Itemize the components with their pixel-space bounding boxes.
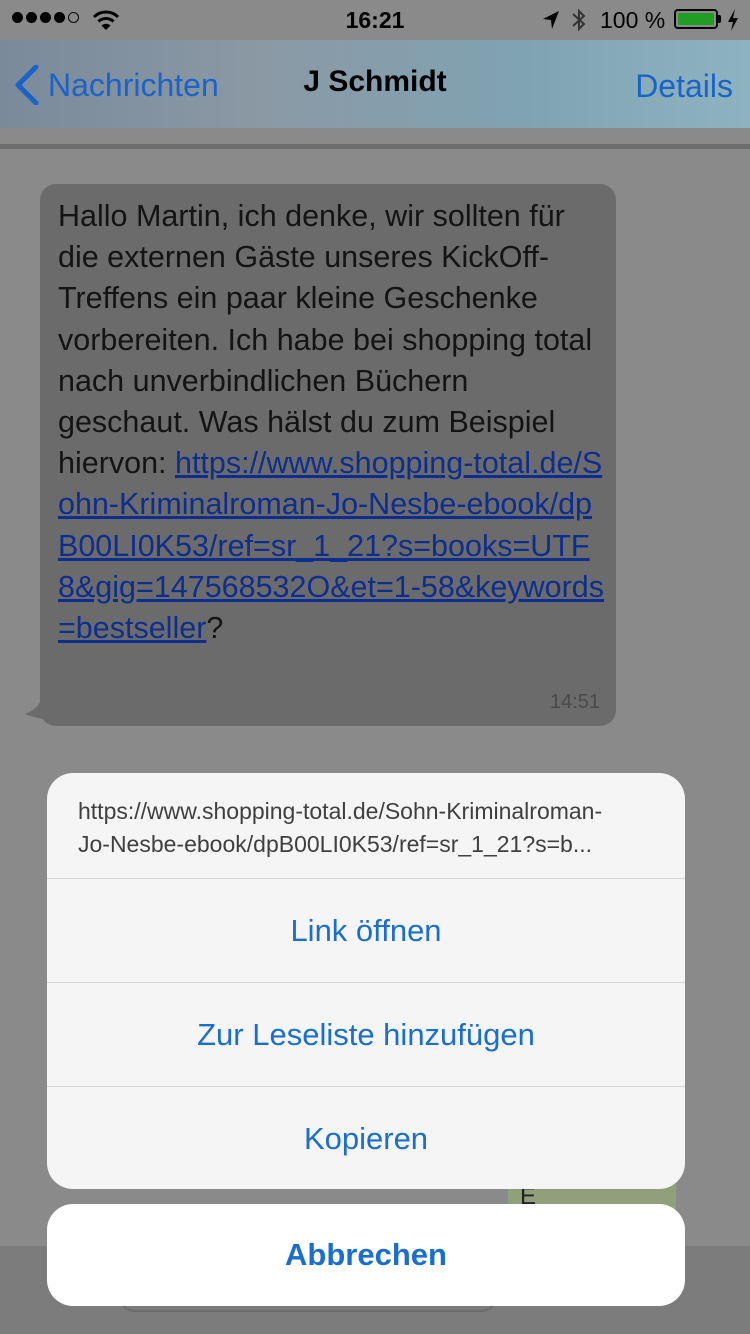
nav-divider	[0, 144, 750, 149]
battery-percentage: 100 %	[600, 7, 666, 33]
url-line-2: Jo-Nesbe-ebook/dpB00LI0K53/ref=sr_1_21?s…	[78, 831, 593, 857]
status-bar: 16:21 100 %	[0, 0, 750, 40]
charging-bolt-icon	[728, 9, 738, 31]
location-arrow-icon	[543, 11, 559, 29]
message-suffix: ?	[206, 611, 224, 646]
bluetooth-icon	[572, 8, 586, 32]
action-sheet: https://www.shopping-total.de/Sohn-Krimi…	[47, 773, 685, 1189]
navigation-bar: Nachrichten J Schmidt Details	[0, 40, 750, 128]
message-body: Hallo Martin, ich denke, wir sollten für…	[58, 199, 593, 481]
url-line-1: https://www.shopping-total.de/Sohn-Krimi…	[78, 798, 603, 824]
details-button[interactable]: Details	[635, 68, 733, 105]
copy-button[interactable]: Kopieren	[47, 1087, 685, 1189]
battery-tip	[718, 15, 721, 23]
open-link-button[interactable]: Link öffnen	[47, 879, 685, 983]
add-to-reading-list-button[interactable]: Zur Leseliste hinzufügen	[47, 983, 685, 1087]
action-sheet-url: https://www.shopping-total.de/Sohn-Krimi…	[47, 773, 685, 879]
message-text: Hallo Martin, ich denke, wir sollten für…	[58, 196, 606, 649]
message-bubble[interactable]: Hallo Martin, ich denke, wir sollten für…	[40, 184, 616, 726]
message-timestamp: 14:51	[549, 691, 600, 713]
cancel-button[interactable]: Abbrechen	[47, 1204, 685, 1306]
battery-icon	[674, 9, 718, 29]
